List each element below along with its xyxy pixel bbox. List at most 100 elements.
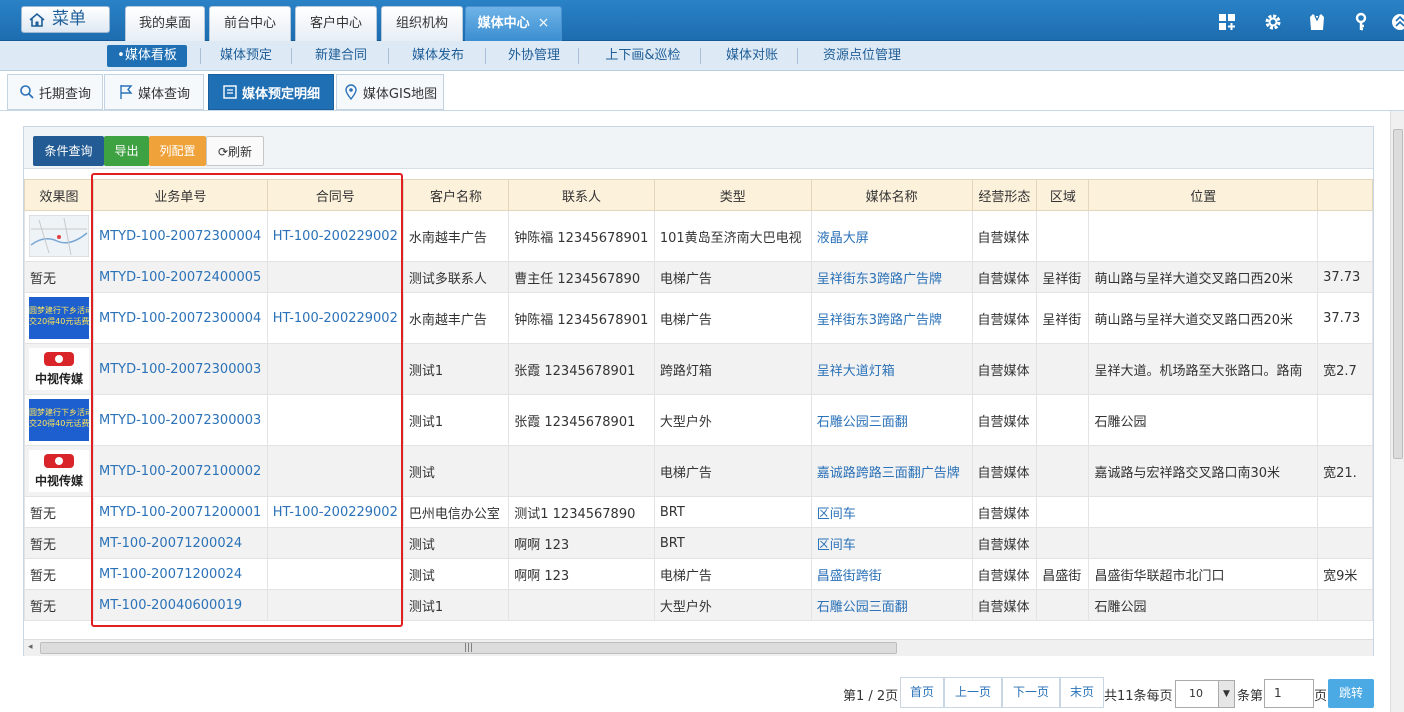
- table-cell[interactable]: [266, 445, 404, 497]
- table-cell[interactable]: 呈祥街东3跨路广告牌: [810, 261, 973, 293]
- subnav-media-publish[interactable]: 媒体发布: [398, 45, 478, 67]
- first-page-button[interactable]: 首页: [900, 677, 944, 708]
- last-page-button[interactable]: 末页: [1060, 677, 1104, 708]
- subnav-reconciliation[interactable]: 媒体对账: [712, 45, 792, 67]
- page-size-select[interactable]: 10 ▼: [1175, 680, 1235, 708]
- scrollbar-thumb[interactable]: [1393, 129, 1403, 459]
- banner-thumbnail[interactable]: 圆梦建行下乡活动 交20得40元话费: [29, 297, 89, 339]
- table-cell[interactable]: [266, 343, 404, 395]
- next-page-button[interactable]: 下一页: [1002, 677, 1060, 708]
- condition-query-button[interactable]: 条件查询: [33, 136, 104, 166]
- column-header[interactable]: 效果图: [24, 179, 94, 211]
- column-header[interactable]: 业务单号: [93, 179, 268, 211]
- grid-icon[interactable]: [1217, 12, 1237, 32]
- tab-my-desktop[interactable]: 我的桌面: [125, 6, 205, 41]
- column-header[interactable]: 媒体名称: [810, 179, 973, 211]
- table-row[interactable]: 暂无 MT-100-20071200024 测试 啊啊 123 电梯广告 昌盛街跨街 自营媒…: [24, 558, 1373, 590]
- gear-icon[interactable]: [1263, 12, 1283, 32]
- vertical-scrollbar[interactable]: [1390, 111, 1404, 712]
- column-header[interactable]: 联系人: [508, 179, 655, 211]
- effect-thumbnail-cell: 中视传媒: [24, 445, 94, 497]
- column-header[interactable]: 位置: [1088, 179, 1319, 211]
- table-row[interactable]: 中视传媒 MTYD-100-20072300003 测试1 张霞 1234567890…: [24, 343, 1373, 395]
- table-cell[interactable]: [266, 558, 404, 590]
- table-cell[interactable]: 呈祥街东3跨路广告牌: [810, 292, 973, 344]
- banner-thumbnail[interactable]: 圆梦建行下乡活动 交20得40元话费: [29, 399, 89, 441]
- table-row[interactable]: 暂无 MT-100-20071200024 测试 啊啊 123 BRT 区间车 自营媒体: [24, 527, 1373, 559]
- logo-thumbnail[interactable]: 中视传媒: [29, 348, 89, 390]
- chevron-down-icon[interactable]: ▼: [1218, 681, 1234, 707]
- collapse-icon[interactable]: [1390, 12, 1404, 32]
- logo-thumbnail[interactable]: 中视传媒: [29, 450, 89, 492]
- export-button[interactable]: 导出: [104, 136, 149, 166]
- table-cell[interactable]: MT-100-20040600019: [93, 589, 268, 621]
- table-row[interactable]: 暂无 MT-100-20040600019 测试1 大型户外 石雕公园三面翻 自营媒体 石雕…: [24, 589, 1373, 621]
- table-cell[interactable]: MT-100-20071200024: [93, 527, 268, 559]
- table-cell[interactable]: 昌盛街跨街: [810, 558, 973, 590]
- table-cell[interactable]: MTYD-100-20072300004: [93, 210, 268, 262]
- subnav-media-booking[interactable]: 媒体预定: [208, 45, 284, 67]
- table-cell[interactable]: 区间车: [810, 527, 973, 559]
- tab-organization[interactable]: 组织机构: [381, 6, 463, 41]
- table-cell[interactable]: MTYD-100-20071200001: [93, 496, 268, 528]
- scrollbar-thumb[interactable]: |||: [40, 642, 897, 654]
- tab-booking-query[interactable]: 托期查询: [7, 74, 103, 110]
- table-cell[interactable]: MTYD-100-20072300003: [93, 343, 268, 395]
- column-header[interactable]: 区域: [1036, 179, 1090, 211]
- scroll-left-icon[interactable]: ◂: [28, 642, 33, 652]
- table-cell[interactable]: 呈祥大道灯箱: [810, 343, 973, 395]
- table-row[interactable]: 圆梦建行下乡活动 交20得40元话费 MTYD-100-20072300004 HT-…: [24, 292, 1373, 344]
- table-row[interactable]: 暂无 MTYD-100-20071200001 HT-100-200229002 巴州…: [24, 496, 1373, 528]
- table-cell[interactable]: [266, 261, 404, 293]
- banner-line-1: 圆梦建行下乡活动: [29, 306, 89, 315]
- tab-front-center[interactable]: 前台中心: [209, 6, 291, 41]
- brand-logo-icon: [44, 352, 74, 366]
- table-cell[interactable]: HT-100-200229002: [266, 210, 404, 262]
- page-number-input[interactable]: 1: [1264, 679, 1314, 708]
- refresh-button[interactable]: ⟳刷新: [206, 136, 264, 166]
- subnav-new-contract[interactable]: 新建合同: [302, 45, 380, 67]
- column-config-button[interactable]: 列配置: [149, 136, 206, 166]
- table-cell[interactable]: 嘉诚路跨路三面翻广告牌: [810, 445, 973, 497]
- horizontal-scrollbar[interactable]: ◂ |||: [24, 639, 1373, 656]
- tab-media-center[interactable]: 媒体中心 ×: [465, 6, 562, 41]
- table-cell[interactable]: MTYD-100-20072400005: [93, 261, 268, 293]
- table-cell[interactable]: HT-100-200229002: [266, 292, 404, 344]
- subnav-resource-points[interactable]: 资源点位管理: [808, 45, 916, 67]
- tab-media-gis-map[interactable]: 媒体GIS地图: [336, 74, 444, 110]
- table-cell[interactable]: 区间车: [810, 496, 973, 528]
- menu-button[interactable]: 菜单: [21, 6, 110, 33]
- table-row[interactable]: 中视传媒 MTYD-100-20072100002 测试 电梯广告 嘉诚路跨路三面翻广告…: [24, 445, 1373, 497]
- column-header[interactable]: [1317, 179, 1373, 211]
- close-icon[interactable]: ×: [538, 15, 550, 31]
- table-cell[interactable]: 石雕公园三面翻: [810, 589, 973, 621]
- column-header[interactable]: 合同号: [266, 179, 404, 211]
- subnav-media-board[interactable]: •媒体看板: [107, 45, 187, 67]
- key-icon[interactable]: [1351, 12, 1371, 32]
- map-thumbnail-icon[interactable]: [29, 215, 89, 257]
- table-row[interactable]: MTYD-100-20072300004 HT-100-200229002 水南越丰…: [24, 210, 1373, 262]
- table-cell[interactable]: [266, 527, 404, 559]
- table-cell[interactable]: 液晶大屏: [810, 210, 973, 262]
- table-cell[interactable]: MTYD-100-20072300004: [93, 292, 268, 344]
- table-cell[interactable]: MTYD-100-20072100002: [93, 445, 268, 497]
- prev-page-button[interactable]: 上一页: [944, 677, 1002, 708]
- jump-button[interactable]: 跳转: [1328, 679, 1374, 708]
- table-cell[interactable]: 石雕公园三面翻: [810, 394, 973, 446]
- column-header[interactable]: 客户名称: [402, 179, 510, 211]
- subnav-outsource[interactable]: 外协管理: [494, 45, 574, 67]
- table-cell[interactable]: MTYD-100-20072300003: [93, 394, 268, 446]
- tab-booking-detail[interactable]: 媒体预定明细: [208, 74, 334, 110]
- table-cell[interactable]: MT-100-20071200024: [93, 558, 268, 590]
- shirt-icon[interactable]: [1307, 12, 1327, 32]
- table-row[interactable]: 暂无 MTYD-100-20072400005 测试多联系人 曹主任 12345678…: [24, 261, 1373, 293]
- subnav-inspection[interactable]: 上下画&巡检: [590, 45, 696, 67]
- table-cell[interactable]: [266, 394, 404, 446]
- tab-customer-center[interactable]: 客户中心: [295, 6, 377, 41]
- table-cell[interactable]: HT-100-200229002: [266, 496, 404, 528]
- table-cell[interactable]: [266, 589, 404, 621]
- tab-media-query[interactable]: 媒体查询: [104, 74, 204, 110]
- column-header[interactable]: 类型: [653, 179, 812, 211]
- table-row[interactable]: 圆梦建行下乡活动 交20得40元话费 MTYD-100-20072300003 测试1…: [24, 394, 1373, 446]
- column-header[interactable]: 经营形态: [971, 179, 1038, 211]
